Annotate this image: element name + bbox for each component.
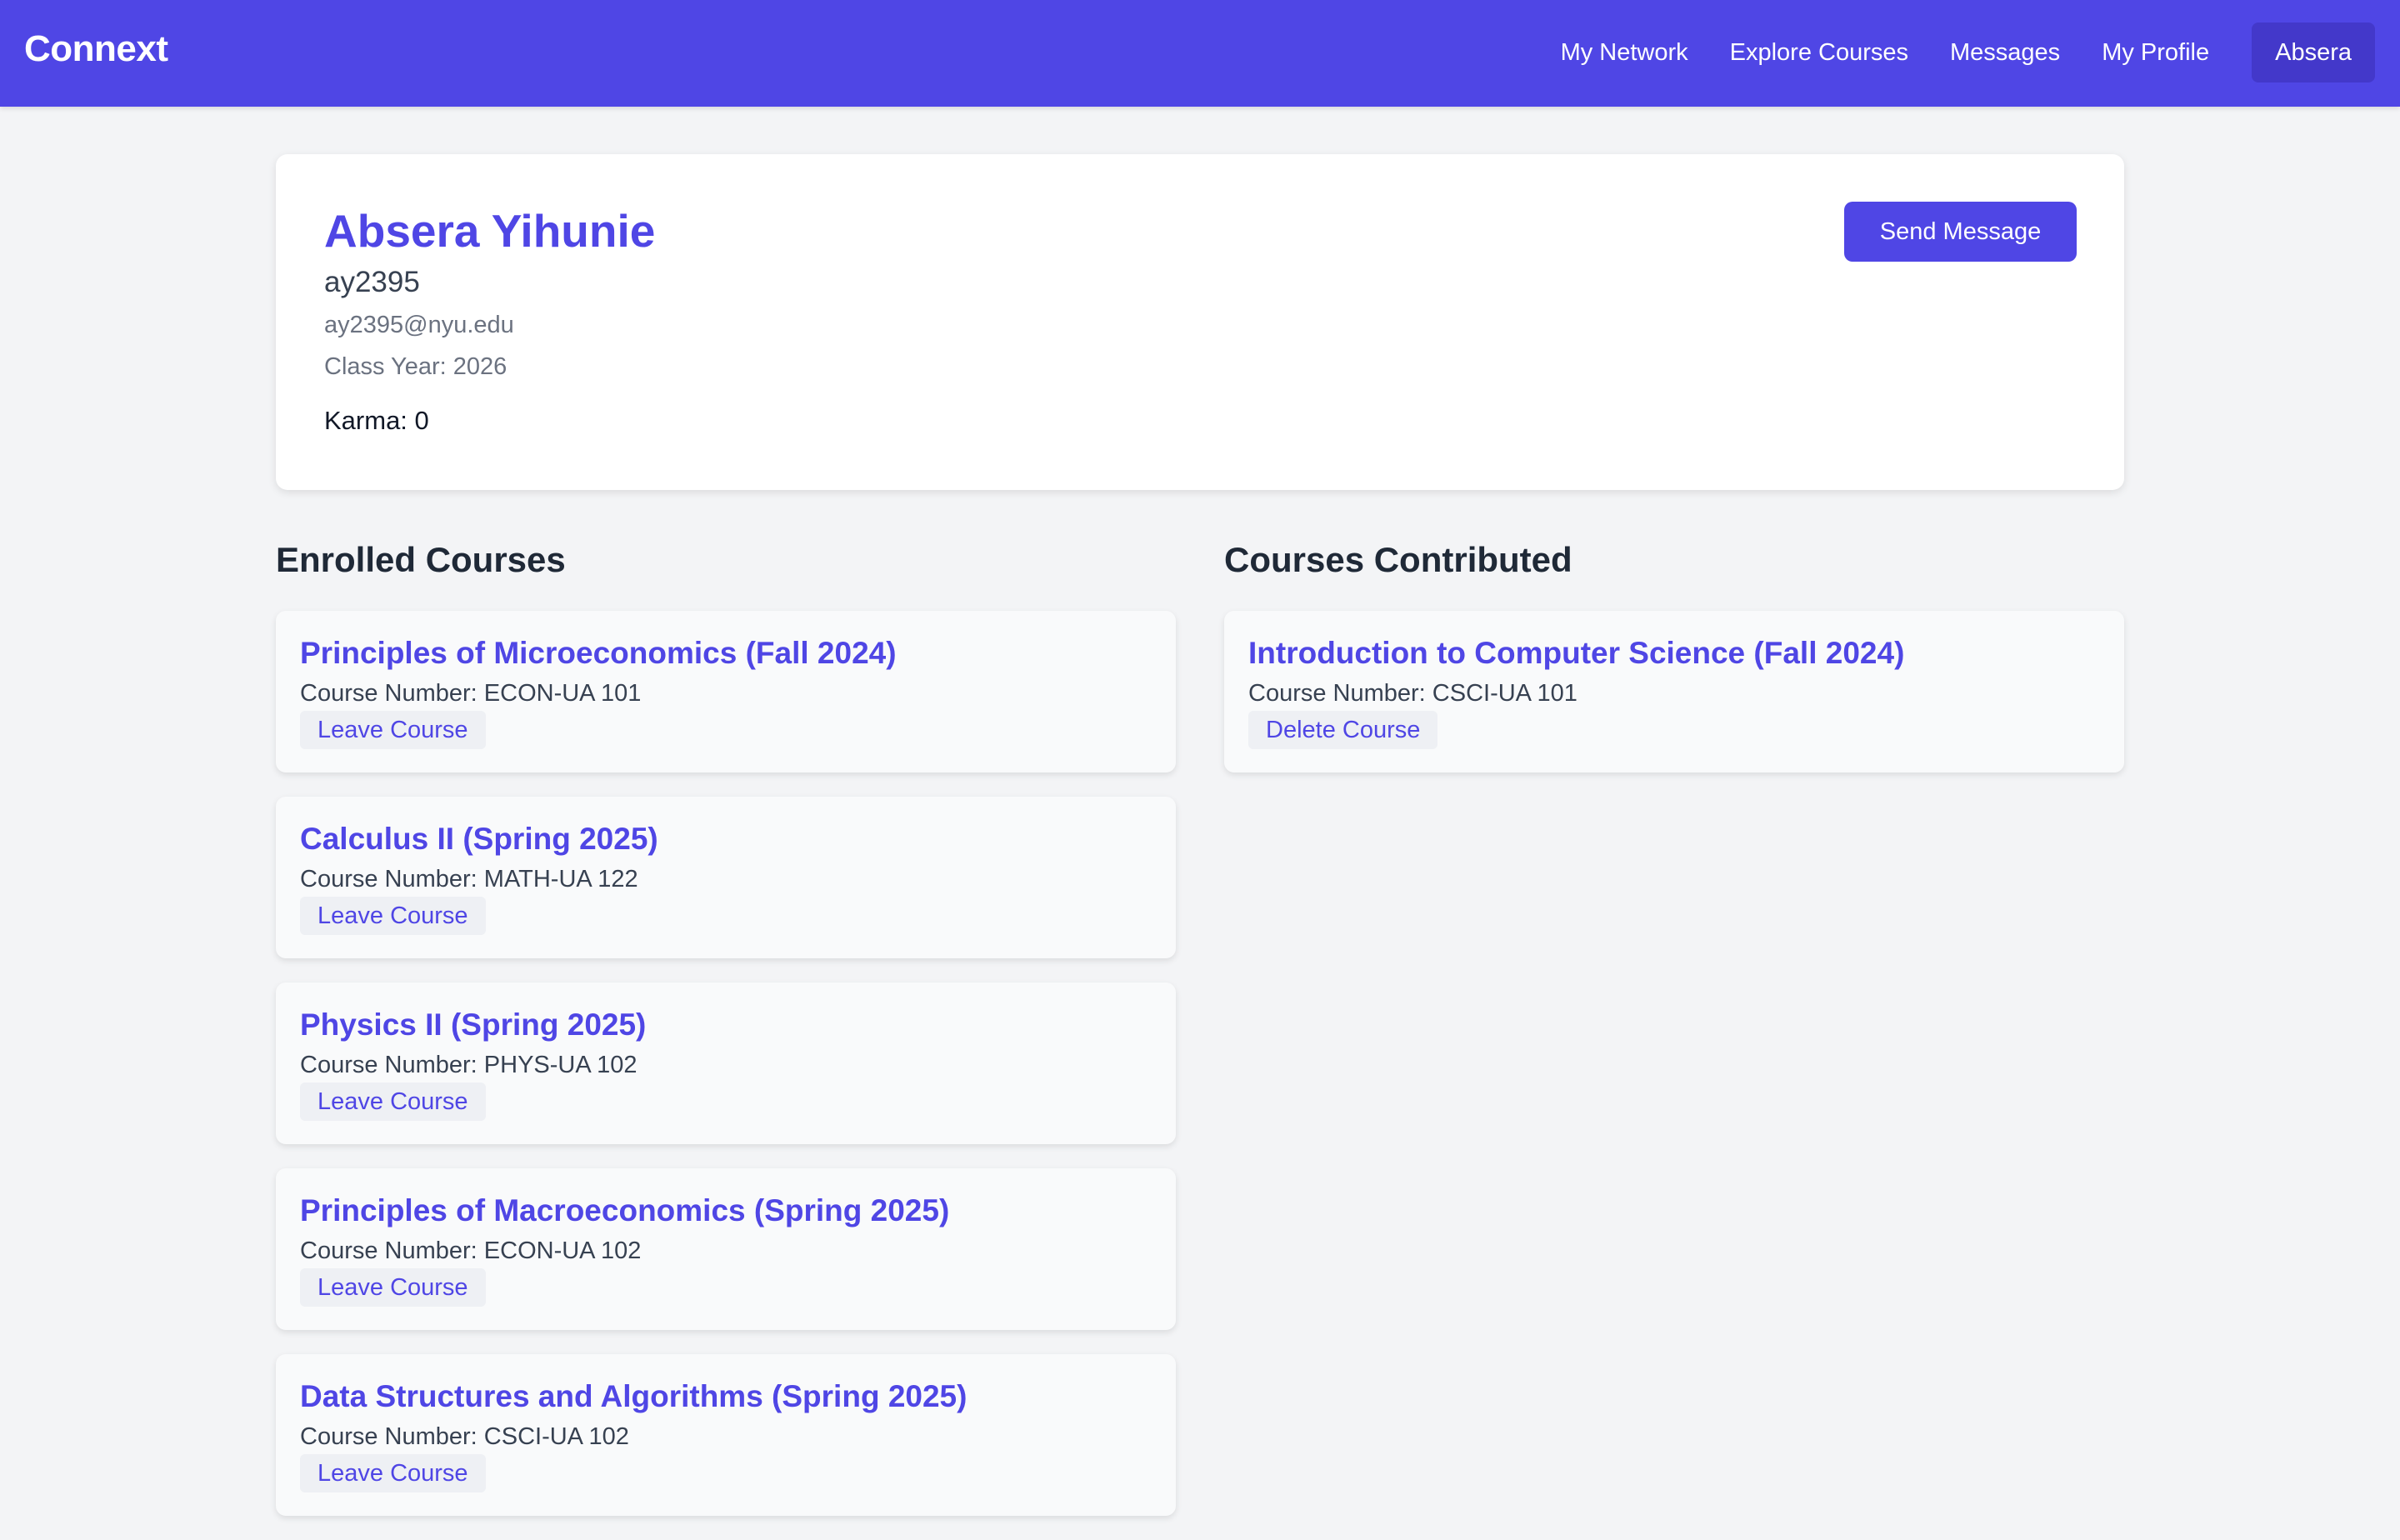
- send-message-button[interactable]: Send Message: [1844, 202, 2077, 262]
- profile-class-year: Class Year: 2026: [324, 353, 508, 380]
- nav-link-my-profile[interactable]: My Profile: [2102, 22, 2209, 82]
- course-title-link[interactable]: Data Structures and Algorithms (Spring 2…: [300, 1379, 967, 1414]
- enrolled-courses-heading: Enrolled Courses: [276, 540, 566, 579]
- profile-email: ay2395@nyu.edu: [324, 312, 514, 338]
- nav-link-explore-courses[interactable]: Explore Courses: [1730, 22, 1908, 82]
- course-number: Course Number: PHYS-UA 102: [300, 1052, 638, 1078]
- enrolled-courses-list: Principles of Microeconomics (Fall 2024)…: [276, 611, 1176, 1540]
- leave-course-button[interactable]: Leave Course: [300, 1454, 486, 1492]
- profile-karma: Karma: 0: [324, 406, 429, 435]
- course-number: Course Number: CSCI-UA 101: [1248, 680, 1578, 707]
- enrolled-course-card: Principles of Macroeconomics (Spring 202…: [276, 1168, 1176, 1330]
- nav-links: My Network Explore Courses Messages My P…: [1519, 22, 2375, 82]
- leave-course-button[interactable]: Leave Course: [300, 1268, 486, 1307]
- course-title-link[interactable]: Principles of Microeconomics (Fall 2024): [300, 636, 897, 671]
- course-title-link[interactable]: Calculus II (Spring 2025): [300, 822, 658, 857]
- nav-link-my-network[interactable]: My Network: [1561, 22, 1688, 82]
- course-number: Course Number: CSCI-UA 102: [300, 1423, 629, 1450]
- contributed-courses-list: Introduction to Computer Science (Fall 2…: [1224, 611, 2124, 797]
- course-title-link[interactable]: Physics II (Spring 2025): [300, 1008, 646, 1042]
- enrolled-course-card: Data Structures and Algorithms (Spring 2…: [276, 1354, 1176, 1516]
- enrolled-course-card: Calculus II (Spring 2025) Course Number:…: [276, 797, 1176, 958]
- user-menu-button[interactable]: Absera: [2252, 22, 2375, 82]
- leave-course-button[interactable]: Leave Course: [300, 897, 486, 935]
- profile-card: Absera Yihunie ay2395 ay2395@nyu.edu Cla…: [276, 154, 2124, 490]
- nav-link-messages[interactable]: Messages: [1950, 22, 2060, 82]
- delete-course-button[interactable]: Delete Course: [1248, 711, 1438, 749]
- brand-logo[interactable]: Connext: [24, 28, 168, 70]
- leave-course-button[interactable]: Leave Course: [300, 1082, 486, 1121]
- top-navbar: Connext My Network Explore Courses Messa…: [0, 0, 2400, 107]
- course-number: Course Number: ECON-UA 101: [300, 680, 642, 707]
- profile-netid: ay2395: [324, 266, 420, 298]
- course-number: Course Number: ECON-UA 102: [300, 1238, 642, 1264]
- course-title-link[interactable]: Introduction to Computer Science (Fall 2…: [1248, 636, 1904, 671]
- course-title-link[interactable]: Principles of Macroeconomics (Spring 202…: [300, 1193, 949, 1228]
- course-number: Course Number: MATH-UA 122: [300, 866, 638, 892]
- profile-name: Absera Yihunie: [324, 205, 656, 257]
- courses-contributed-heading: Courses Contributed: [1224, 540, 1572, 579]
- enrolled-course-card: Principles of Microeconomics (Fall 2024)…: [276, 611, 1176, 772]
- contributed-course-card: Introduction to Computer Science (Fall 2…: [1224, 611, 2124, 772]
- leave-course-button[interactable]: Leave Course: [300, 711, 486, 749]
- enrolled-course-card: Physics II (Spring 2025) Course Number: …: [276, 982, 1176, 1144]
